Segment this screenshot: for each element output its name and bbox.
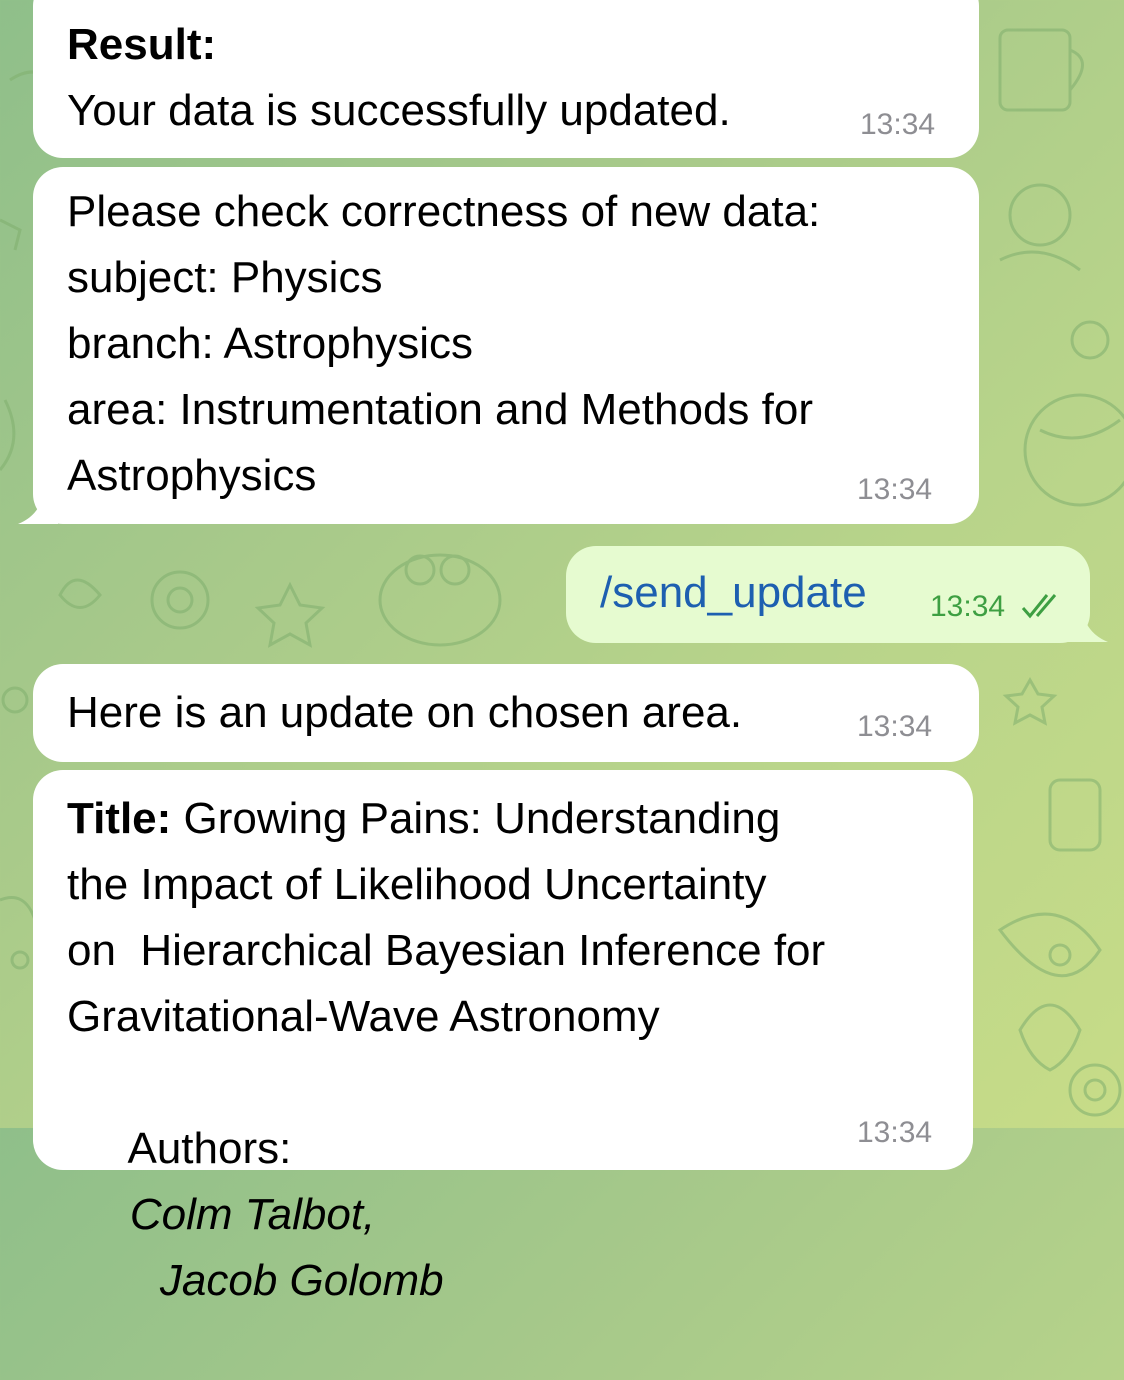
result-heading: Result: xyxy=(67,20,217,69)
message-time: 13:34 xyxy=(857,1116,933,1149)
update-intro-text: Here is an update on chosen area. xyxy=(67,688,743,737)
authors-label: Authors: xyxy=(127,1124,292,1173)
double-check-icon xyxy=(1021,594,1057,619)
paper-title-line-3: on Hierarchical Bayesian Inference for xyxy=(67,926,826,975)
message-time: 13:34 xyxy=(860,108,936,141)
message-paper-update[interactable]: Title: Growing Pains: Understanding the … xyxy=(33,770,973,1305)
bubble-tail xyxy=(1068,614,1108,642)
message-time: 13:34 xyxy=(857,710,933,743)
paper-title-text: Growing Pains: Understanding xyxy=(183,794,781,843)
result-text: Your data is successfully updated. xyxy=(67,86,731,135)
author-1: Colm Talbot, xyxy=(129,1190,376,1239)
message-time: 13:34 xyxy=(930,590,1006,623)
message-time: 13:34 xyxy=(857,473,933,506)
message-send-update[interactable]: /send_update 13:34 xyxy=(566,546,1090,643)
paper-title-line-2: the Impact of Likelihood Uncertainty xyxy=(67,860,767,909)
message-check-data[interactable]: Please check correctness of new data: su… xyxy=(33,167,979,524)
message-update-intro[interactable]: Here is an update on chosen area. 13:34 xyxy=(33,664,979,762)
paper-title-line-1: Title: Growing Pains: Understanding xyxy=(67,786,973,852)
paper-authors: Authors: Colm Talbot, Jacob Golomb xyxy=(67,1050,973,1380)
author-2: Jacob Golomb xyxy=(159,1256,444,1305)
check-line-3: branch: Astrophysics xyxy=(67,319,473,368)
check-line-5: Astrophysics xyxy=(67,451,317,500)
paper-title-label: Title: xyxy=(67,794,172,843)
check-line-1: Please check correctness of new data: xyxy=(67,187,821,236)
paper-title-line-4: Gravitational-Wave Astronomy xyxy=(67,992,660,1041)
send-update-command-link[interactable]: /send_update xyxy=(600,568,867,617)
bubble-tail xyxy=(18,496,58,524)
check-line-4: area: Instrumentation and Methods for xyxy=(67,385,813,434)
check-line-2: subject: Physics xyxy=(67,253,383,302)
message-result[interactable]: Result: Your data is successfully update… xyxy=(33,0,979,158)
